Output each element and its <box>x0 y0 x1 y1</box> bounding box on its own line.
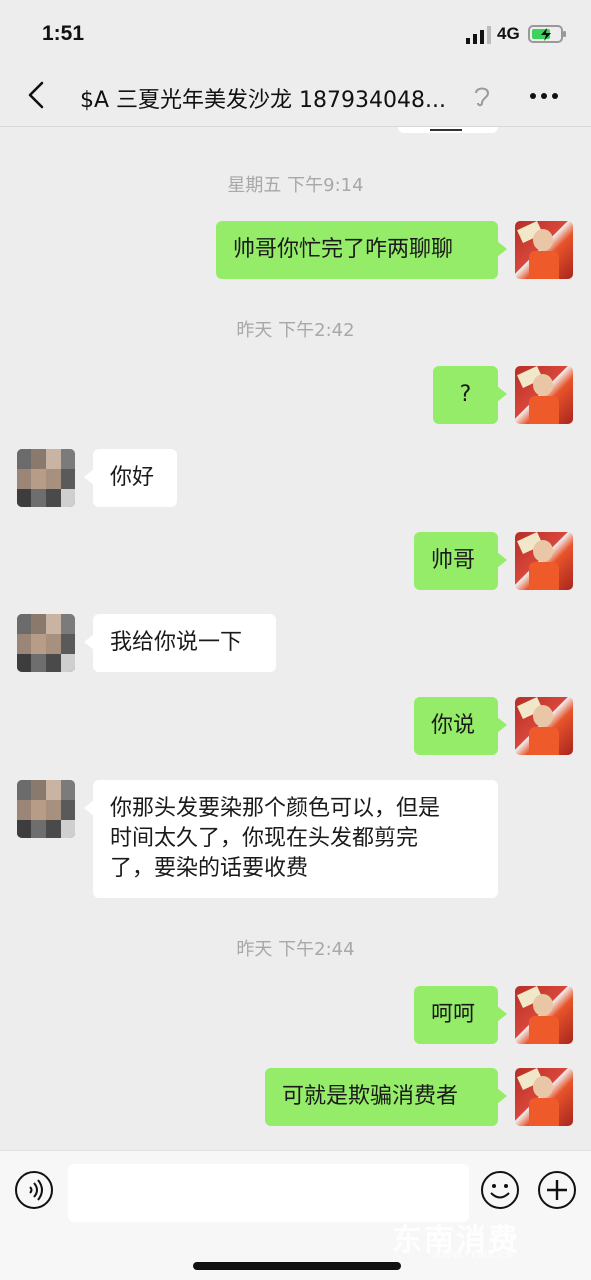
home-indicator[interactable] <box>193 1262 401 1270</box>
more-icon[interactable] <box>528 86 560 106</box>
message-sent[interactable]: 你说 <box>414 697 507 755</box>
emoji-icon[interactable] <box>480 1170 520 1210</box>
timestamp: 星期五 下午9:14 <box>227 175 364 196</box>
message-received[interactable]: 我给你说一下 <box>84 614 276 672</box>
message-sent[interactable]: 帅哥你忙完了咋两聊聊 <box>216 221 507 279</box>
message-line: 你那头发要染那个颜色可以，但是 <box>110 796 441 821</box>
message-received[interactable]: 你那头发要染那个颜色可以，但是 时间太久了，你现在头发都剪完 了，要染的话要收费 <box>84 780 498 898</box>
message-received[interactable]: 你好 <box>84 449 177 507</box>
message-sent[interactable]: 呵呵 <box>414 986 507 1044</box>
contact-avatar[interactable] <box>17 449 75 507</box>
my-avatar[interactable] <box>515 697 573 755</box>
signal-icon <box>466 26 491 44</box>
timestamp: 昨天 下午2:42 <box>236 320 355 341</box>
input-bar: 东南消费 WWW.YEWN.CN <box>0 1150 591 1280</box>
message-input[interactable] <box>68 1164 469 1222</box>
contact-avatar[interactable] <box>17 780 75 838</box>
watermark-logo: 东南消费 WWW.YEWN.CN <box>392 1215 552 1261</box>
watermark-subtext: WWW.YEWN.CN <box>432 1251 515 1261</box>
contact-avatar[interactable] <box>17 614 75 672</box>
battery-icon <box>528 25 566 43</box>
back-icon[interactable] <box>22 80 52 110</box>
my-avatar[interactable] <box>515 986 573 1044</box>
timestamp: 昨天 下午2:44 <box>236 939 355 960</box>
message-sent[interactable]: ? <box>433 366 507 424</box>
status-time: 1:51 <box>42 22 85 45</box>
add-icon[interactable] <box>537 1170 577 1210</box>
network-label: 4G <box>497 24 520 43</box>
message-line: 时间太久了，你现在头发都剪完 <box>110 826 419 851</box>
message-list: 星期五 下午9:14 帅哥你忙完了咋两聊聊 昨天 下午2:42 ? 你好 帅哥 … <box>0 127 591 1150</box>
voice-icon[interactable] <box>14 1170 54 1210</box>
message-line: 了，要染的话要收费 <box>110 856 309 881</box>
earpiece-icon <box>475 87 490 107</box>
previous-message-stub <box>398 127 498 133</box>
chat-header: $A 三夏光年美发沙龙 187934048... <box>0 66 591 127</box>
message-sent[interactable]: 可就是欺骗消费者 <box>265 1068 507 1126</box>
chat-title: $A 三夏光年美发沙龙 187934048... <box>80 88 446 113</box>
my-avatar[interactable] <box>515 532 573 590</box>
status-bar: 1:51 4G <box>0 0 591 66</box>
my-avatar[interactable] <box>515 221 573 279</box>
my-avatar[interactable] <box>515 366 573 424</box>
message-sent[interactable]: 帅哥 <box>414 532 507 590</box>
my-avatar[interactable] <box>515 1068 573 1126</box>
